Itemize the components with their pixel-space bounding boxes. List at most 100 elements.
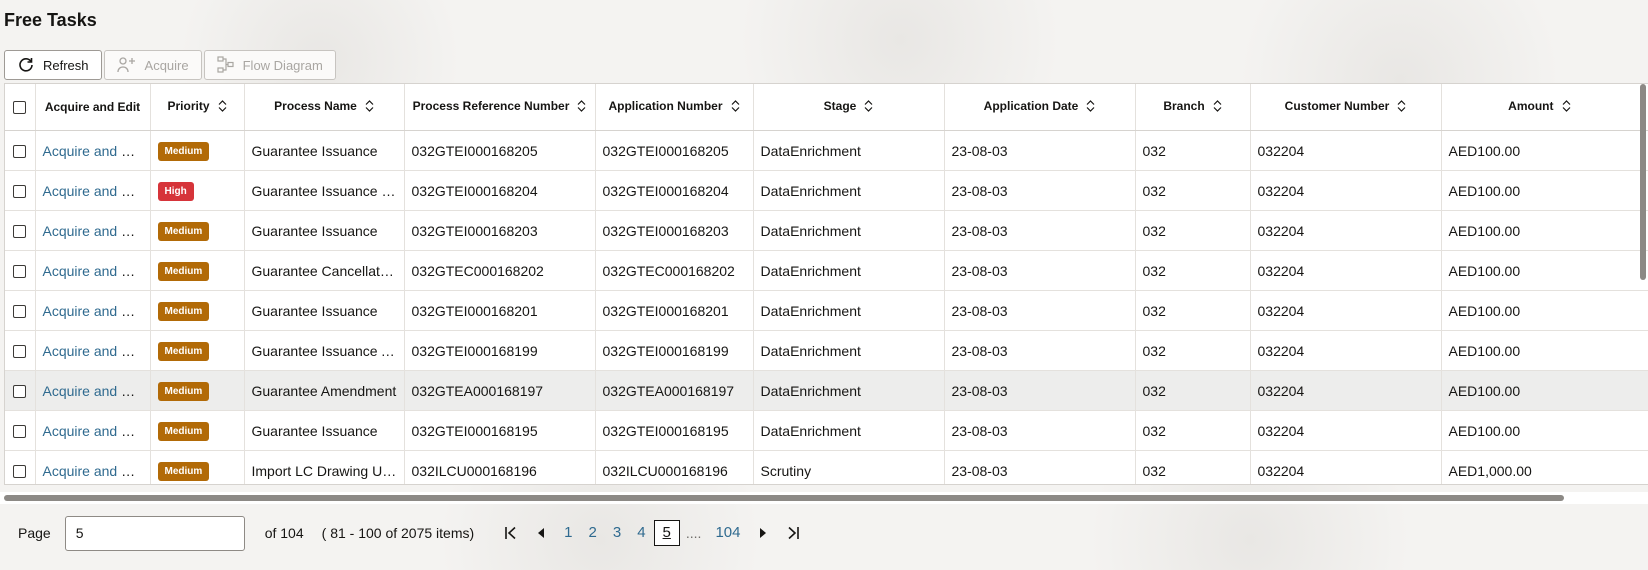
table-row[interactable]: Acquire and Edit Medium Guarantee Issuance…	[5, 410, 1648, 451]
branch-cell: 032	[1142, 302, 1166, 319]
row-checkbox[interactable]	[13, 345, 27, 359]
application-date-cell: 23-08-03	[951, 262, 1008, 279]
select-all-checkbox[interactable]	[5, 84, 36, 131]
amount-cell-wrapper: AED100.00	[1441, 370, 1648, 411]
branch-cell: 032	[1142, 462, 1166, 479]
priority-cell: Medium	[150, 210, 245, 251]
sort-icon[interactable]	[731, 99, 740, 115]
page-link-4[interactable]: 4	[629, 521, 653, 545]
previous-page-icon[interactable]	[530, 521, 552, 545]
sort-icon[interactable]	[218, 99, 227, 115]
acquire-and-edit-link[interactable]: Acquire and Edit	[43, 263, 146, 279]
application-number-cell-wrapper: 032GTEI000168203	[595, 210, 754, 251]
column-header-customer-number[interactable]: Customer Number	[1250, 84, 1442, 131]
page-link-3[interactable]: 3	[605, 521, 629, 545]
page-link-5[interactable]: 5	[653, 520, 680, 546]
row-checkbox[interactable]	[13, 185, 27, 199]
page-link-1[interactable]: 1	[556, 521, 580, 545]
column-header-application-number[interactable]: Application Number	[595, 84, 754, 131]
acquire-and-edit-link[interactable]: Acquire and Edit	[43, 423, 146, 439]
application-date-cell-wrapper: 23-08-03	[944, 210, 1136, 251]
process-ref-cell: 032GTEI000168199	[411, 342, 538, 359]
application-number-cell: 032GTEI000168205	[602, 142, 729, 159]
sort-icon[interactable]	[1213, 99, 1222, 115]
sort-icon[interactable]	[1397, 99, 1406, 115]
sort-icon[interactable]	[864, 99, 873, 115]
row-checkbox[interactable]	[13, 265, 27, 279]
application-date-cell: 23-08-03	[951, 382, 1008, 399]
column-header-amount[interactable]: Amount	[1441, 84, 1648, 131]
stage-cell: Scrutiny	[760, 462, 812, 479]
horizontal-scrollbar[interactable]	[4, 495, 1564, 501]
row-checkbox[interactable]	[13, 385, 27, 399]
sort-icon[interactable]	[577, 99, 586, 115]
page-count-text: of 104	[264, 525, 304, 541]
acquire-and-edit-link[interactable]: Acquire and Edit	[43, 183, 146, 199]
row-checkbox[interactable]	[13, 425, 27, 439]
page-link-2[interactable]: 2	[581, 521, 605, 545]
process-ref-cell-wrapper: 032GTEI000168205	[404, 130, 596, 171]
customer-number-cell-wrapper: 032204	[1250, 330, 1442, 371]
row-checkbox[interactable]	[13, 225, 27, 239]
acquire-and-edit-link[interactable]: Acquire and Edit	[43, 343, 146, 359]
table-row[interactable]: Acquire and Edit Medium Guarantee Issuance…	[5, 330, 1648, 371]
row-checkbox-cell	[5, 130, 36, 171]
flow-diagram-button[interactable]: Flow Diagram	[203, 50, 336, 80]
application-date-cell: 23-08-03	[951, 142, 1008, 159]
branch-cell: 032	[1142, 382, 1166, 399]
customer-number-cell-wrapper: 032204	[1250, 210, 1442, 251]
table-row[interactable]: Acquire and Edit Medium Import LC Drawing …	[5, 450, 1648, 484]
branch-cell-wrapper: 032	[1135, 370, 1251, 411]
acquire-button[interactable]: Acquire	[103, 50, 202, 80]
branch-cell-wrapper: 032	[1135, 210, 1251, 251]
vertical-scrollbar[interactable]	[1640, 84, 1646, 280]
table-row[interactable]: Acquire and Edit Medium Guarantee Cancella…	[5, 250, 1648, 291]
sort-icon[interactable]	[1562, 99, 1571, 115]
acquire-and-edit-link[interactable]: Acquire and Edit	[43, 303, 146, 319]
priority-cell: High	[150, 170, 245, 211]
sort-icon[interactable]	[1086, 99, 1095, 115]
application-number-cell: 032GTEI000168204	[602, 182, 729, 199]
stage-cell: DataEnrichment	[760, 142, 861, 159]
priority-cell: Medium	[150, 370, 245, 411]
column-header-process-name[interactable]: Process Name	[244, 84, 405, 131]
application-number-cell-wrapper: 032GTEI000168199	[595, 330, 754, 371]
sort-icon[interactable]	[365, 99, 374, 115]
column-header-stage[interactable]: Stage	[753, 84, 945, 131]
first-page-icon[interactable]	[500, 521, 522, 545]
column-header-process-ref[interactable]: Process Reference Number	[404, 84, 596, 131]
table-row[interactable]: Acquire and Edit Medium Guarantee Issuance…	[5, 210, 1648, 251]
acquire-and-edit-link-wrapper: Acquire and Edit	[35, 130, 151, 171]
customer-number-cell-wrapper: 032204	[1250, 170, 1442, 211]
process-ref-cell: 032GTEI000168204	[411, 182, 538, 199]
acquire-and-edit-link[interactable]: Acquire and Edit	[43, 223, 146, 239]
acquire-and-edit-link[interactable]: Acquire and Edit	[43, 143, 146, 159]
row-checkbox[interactable]	[13, 465, 27, 479]
table-row[interactable]: Acquire and Edit High Guarantee Issuance I…	[5, 170, 1648, 211]
page-link-last[interactable]: 104	[707, 521, 748, 545]
row-checkbox[interactable]	[13, 305, 27, 319]
acquire-and-edit-link-wrapper: Acquire and Edit	[35, 250, 151, 291]
process-name-cell-wrapper: Guarantee Issuance In...	[244, 170, 405, 211]
column-header-priority[interactable]: Priority	[150, 84, 245, 131]
customer-number-cell: 032204	[1257, 182, 1305, 199]
stage-cell: DataEnrichment	[760, 262, 861, 279]
acquire-and-edit-link[interactable]: Acquire and Edit	[43, 463, 146, 479]
next-page-icon[interactable]	[752, 521, 774, 545]
acquire-and-edit-link[interactable]: Acquire and Edit	[43, 383, 146, 399]
priority-cell: Medium	[150, 250, 245, 291]
page-title: Free Tasks	[4, 10, 97, 30]
row-checkbox[interactable]	[13, 145, 27, 159]
table-row[interactable]: Acquire and Edit Medium Guarantee Issuance…	[5, 290, 1648, 331]
amount-cell-wrapper: AED100.00	[1441, 170, 1648, 211]
column-header-acquire[interactable]: Acquire and Edit	[35, 84, 151, 131]
last-page-icon[interactable]	[782, 521, 804, 545]
process-name-cell-wrapper: Guarantee Issuance	[244, 410, 405, 451]
table-row[interactable]: Acquire and Edit Medium Guarantee Issuance…	[5, 130, 1648, 171]
column-header-branch[interactable]: Branch	[1135, 84, 1251, 131]
refresh-button[interactable]: Refresh	[4, 50, 102, 80]
page-number-input[interactable]	[64, 515, 245, 551]
row-checkbox-cell	[5, 450, 36, 484]
table-row[interactable]: Acquire and Edit Medium Guarantee Amendmen…	[5, 370, 1648, 411]
column-header-application-date[interactable]: Application Date	[944, 84, 1136, 131]
